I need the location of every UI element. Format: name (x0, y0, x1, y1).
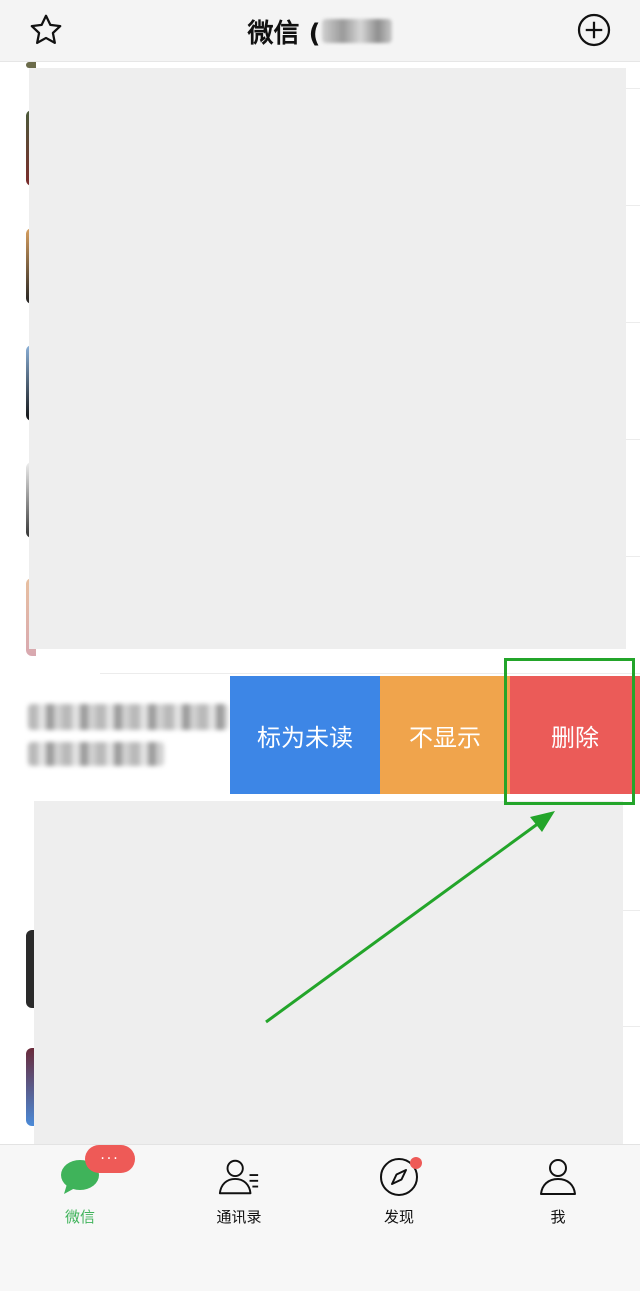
header-bar: 微信 ( (0, 0, 640, 62)
redacted-title-count (322, 19, 393, 43)
tab-label: 微信 (64, 1208, 95, 1226)
tab-me[interactable]: 我 (508, 1155, 608, 1235)
tab-discover[interactable]: 发现 (349, 1155, 449, 1235)
page-title: 微信 ( (247, 18, 321, 49)
unread-badge: ··· (85, 1145, 135, 1173)
contacts-icon (217, 1155, 261, 1199)
tab-label: 发现 (383, 1208, 414, 1226)
discover-notification-dot (410, 1157, 422, 1169)
redacted-chat-name (28, 704, 228, 730)
tab-label: 通讯录 (216, 1208, 262, 1226)
tab-label: 我 (550, 1208, 566, 1226)
mark-unread-button[interactable]: 标为未读 (230, 676, 380, 794)
person-icon (536, 1155, 580, 1199)
add-circle-icon[interactable] (574, 10, 614, 50)
hide-chat-button[interactable]: 不显示 (380, 676, 510, 794)
tab-contacts[interactable]: 通讯录 (189, 1155, 289, 1235)
annotation-highlight-box (504, 658, 635, 805)
redacted-chat-preview (28, 742, 164, 766)
redacted-chat-area (29, 68, 626, 649)
redacted-chat-area (34, 801, 623, 1146)
